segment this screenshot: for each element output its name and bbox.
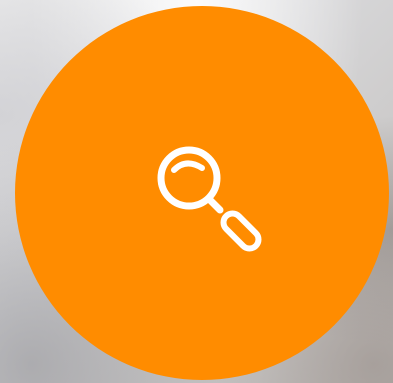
search-button[interactable]: [15, 6, 389, 380]
screen: [0, 0, 393, 383]
magnifying-glass-icon: [146, 138, 266, 258]
